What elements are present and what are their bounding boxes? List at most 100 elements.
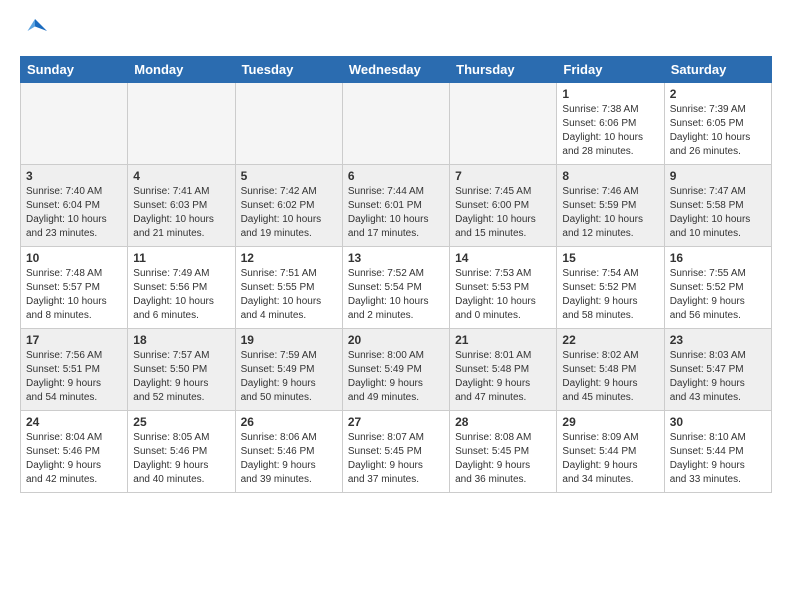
calendar-cell: 12 Sunrise: 7:51 AM Sunset: 5:55 PM Dayli…: [235, 247, 342, 329]
calendar-week-5: 24Sunrise: 8:04 AM Sunset: 5:46 PM Dayli…: [21, 411, 772, 493]
header: [20, 16, 772, 46]
calendar-cell: 26 Sunrise: 8:06 AM Sunset: 5:46 PM Dayli…: [235, 411, 342, 493]
day-info: Sunrise: 8:09 AM Sunset: 5:44 PM Dayligh…: [562, 431, 658, 487]
calendar-cell: 24Sunrise: 8:04 AM Sunset: 5:46 PM Dayli…: [21, 411, 128, 493]
calendar-cell: 5 Sunrise: 7:42 AM Sunset: 6:02 PM Daylig…: [235, 165, 342, 247]
day-info: Sunrise: 7:53 AM Sunset: 5:53 PM Dayligh…: [455, 267, 551, 323]
day-number: 26: [241, 415, 337, 429]
calendar-cell: 18 Sunrise: 7:57 AM Sunset: 5:50 PM Dayli…: [128, 329, 235, 411]
day-number: 11: [133, 251, 229, 265]
calendar-cell: 14 Sunrise: 7:53 AM Sunset: 5:53 PM Dayli…: [450, 247, 557, 329]
day-number: 12: [241, 251, 337, 265]
day-number: 13: [348, 251, 444, 265]
day-info: Sunrise: 8:03 AM Sunset: 5:47 PM Dayligh…: [670, 349, 766, 405]
day-info: Sunrise: 8:02 AM Sunset: 5:48 PM Dayligh…: [562, 349, 658, 405]
day-info: Sunrise: 8:05 AM Sunset: 5:46 PM Dayligh…: [133, 431, 229, 487]
calendar-cell: 20 Sunrise: 8:00 AM Sunset: 5:49 PM Dayli…: [342, 329, 449, 411]
day-info: Sunrise: 7:47 AM Sunset: 5:58 PM Dayligh…: [670, 185, 766, 241]
calendar-week-3: 10 Sunrise: 7:48 AM Sunset: 5:57 PM Dayli…: [21, 247, 772, 329]
day-number: 1: [562, 87, 658, 101]
day-number: 16: [670, 251, 766, 265]
day-number: 25: [133, 415, 229, 429]
calendar-cell: [235, 83, 342, 165]
day-number: 23: [670, 333, 766, 347]
calendar-cell: 9 Sunrise: 7:47 AM Sunset: 5:58 PM Daylig…: [664, 165, 771, 247]
day-info: Sunrise: 7:48 AM Sunset: 5:57 PM Dayligh…: [26, 267, 122, 323]
calendar-cell: [450, 83, 557, 165]
calendar-cell: 22 Sunrise: 8:02 AM Sunset: 5:48 PM Dayli…: [557, 329, 664, 411]
calendar-cell: 2 Sunrise: 7:39 AM Sunset: 6:05 PM Daylig…: [664, 83, 771, 165]
day-info: Sunrise: 8:08 AM Sunset: 5:45 PM Dayligh…: [455, 431, 551, 487]
day-number: 10: [26, 251, 122, 265]
calendar-cell: 1 Sunrise: 7:38 AM Sunset: 6:06 PM Daylig…: [557, 83, 664, 165]
day-number: 17: [26, 333, 122, 347]
calendar-cell: 10 Sunrise: 7:48 AM Sunset: 5:57 PM Dayli…: [21, 247, 128, 329]
logo: [20, 16, 54, 46]
calendar-week-2: 3 Sunrise: 7:40 AM Sunset: 6:04 PM Daylig…: [21, 165, 772, 247]
calendar-header-row: SundayMondayTuesdayWednesdayThursdayFrid…: [21, 57, 772, 83]
day-number: 20: [348, 333, 444, 347]
day-info: Sunrise: 7:45 AM Sunset: 6:00 PM Dayligh…: [455, 185, 551, 241]
calendar-cell: 28 Sunrise: 8:08 AM Sunset: 5:45 PM Dayli…: [450, 411, 557, 493]
day-info: Sunrise: 7:41 AM Sunset: 6:03 PM Dayligh…: [133, 185, 229, 241]
calendar-cell: 4 Sunrise: 7:41 AM Sunset: 6:03 PM Daylig…: [128, 165, 235, 247]
day-info: Sunrise: 8:04 AM Sunset: 5:46 PM Dayligh…: [26, 431, 122, 487]
day-info: Sunrise: 7:54 AM Sunset: 5:52 PM Dayligh…: [562, 267, 658, 323]
day-info: Sunrise: 8:07 AM Sunset: 5:45 PM Dayligh…: [348, 431, 444, 487]
calendar-cell: 3 Sunrise: 7:40 AM Sunset: 6:04 PM Daylig…: [21, 165, 128, 247]
day-number: 2: [670, 87, 766, 101]
calendar-cell: 19Sunrise: 7:59 AM Sunset: 5:49 PM Dayli…: [235, 329, 342, 411]
calendar-cell: 15 Sunrise: 7:54 AM Sunset: 5:52 PM Dayli…: [557, 247, 664, 329]
calendar-table: SundayMondayTuesdayWednesdayThursdayFrid…: [20, 56, 772, 493]
day-number: 5: [241, 169, 337, 183]
day-number: 21: [455, 333, 551, 347]
day-info: Sunrise: 7:49 AM Sunset: 5:56 PM Dayligh…: [133, 267, 229, 323]
day-number: 9: [670, 169, 766, 183]
day-info: Sunrise: 8:00 AM Sunset: 5:49 PM Dayligh…: [348, 349, 444, 405]
calendar-header-saturday: Saturday: [664, 57, 771, 83]
day-number: 22: [562, 333, 658, 347]
day-number: 28: [455, 415, 551, 429]
calendar-cell: 29 Sunrise: 8:09 AM Sunset: 5:44 PM Dayli…: [557, 411, 664, 493]
day-info: Sunrise: 7:40 AM Sunset: 6:04 PM Dayligh…: [26, 185, 122, 241]
calendar-cell: 27 Sunrise: 8:07 AM Sunset: 5:45 PM Dayli…: [342, 411, 449, 493]
day-info: Sunrise: 7:38 AM Sunset: 6:06 PM Dayligh…: [562, 103, 658, 159]
calendar-cell: [128, 83, 235, 165]
day-number: 14: [455, 251, 551, 265]
day-number: 18: [133, 333, 229, 347]
day-info: Sunrise: 7:44 AM Sunset: 6:01 PM Dayligh…: [348, 185, 444, 241]
day-number: 3: [26, 169, 122, 183]
calendar-cell: 23 Sunrise: 8:03 AM Sunset: 5:47 PM Dayli…: [664, 329, 771, 411]
logo-icon: [20, 16, 50, 46]
calendar-header-monday: Monday: [128, 57, 235, 83]
day-info: Sunrise: 7:56 AM Sunset: 5:51 PM Dayligh…: [26, 349, 122, 405]
page: SundayMondayTuesdayWednesdayThursdayFrid…: [0, 0, 792, 612]
calendar-header-sunday: Sunday: [21, 57, 128, 83]
calendar-cell: 25 Sunrise: 8:05 AM Sunset: 5:46 PM Dayli…: [128, 411, 235, 493]
calendar-cell: 13 Sunrise: 7:52 AM Sunset: 5:54 PM Dayli…: [342, 247, 449, 329]
calendar-cell: 8 Sunrise: 7:46 AM Sunset: 5:59 PM Daylig…: [557, 165, 664, 247]
day-number: 4: [133, 169, 229, 183]
day-info: Sunrise: 7:46 AM Sunset: 5:59 PM Dayligh…: [562, 185, 658, 241]
day-info: Sunrise: 7:51 AM Sunset: 5:55 PM Dayligh…: [241, 267, 337, 323]
day-number: 27: [348, 415, 444, 429]
calendar-cell: 16Sunrise: 7:55 AM Sunset: 5:52 PM Dayli…: [664, 247, 771, 329]
calendar-header-friday: Friday: [557, 57, 664, 83]
day-number: 19: [241, 333, 337, 347]
day-info: Sunrise: 7:42 AM Sunset: 6:02 PM Dayligh…: [241, 185, 337, 241]
day-info: Sunrise: 7:52 AM Sunset: 5:54 PM Dayligh…: [348, 267, 444, 323]
day-number: 15: [562, 251, 658, 265]
day-number: 29: [562, 415, 658, 429]
day-info: Sunrise: 7:39 AM Sunset: 6:05 PM Dayligh…: [670, 103, 766, 159]
day-number: 6: [348, 169, 444, 183]
calendar-cell: [342, 83, 449, 165]
calendar-header-tuesday: Tuesday: [235, 57, 342, 83]
calendar-cell: [21, 83, 128, 165]
calendar-cell: 17 Sunrise: 7:56 AM Sunset: 5:51 PM Dayli…: [21, 329, 128, 411]
calendar-cell: 7Sunrise: 7:45 AM Sunset: 6:00 PM Daylig…: [450, 165, 557, 247]
calendar-cell: 21Sunrise: 8:01 AM Sunset: 5:48 PM Dayli…: [450, 329, 557, 411]
day-number: 8: [562, 169, 658, 183]
day-info: Sunrise: 8:06 AM Sunset: 5:46 PM Dayligh…: [241, 431, 337, 487]
day-number: 30: [670, 415, 766, 429]
day-info: Sunrise: 7:57 AM Sunset: 5:50 PM Dayligh…: [133, 349, 229, 405]
